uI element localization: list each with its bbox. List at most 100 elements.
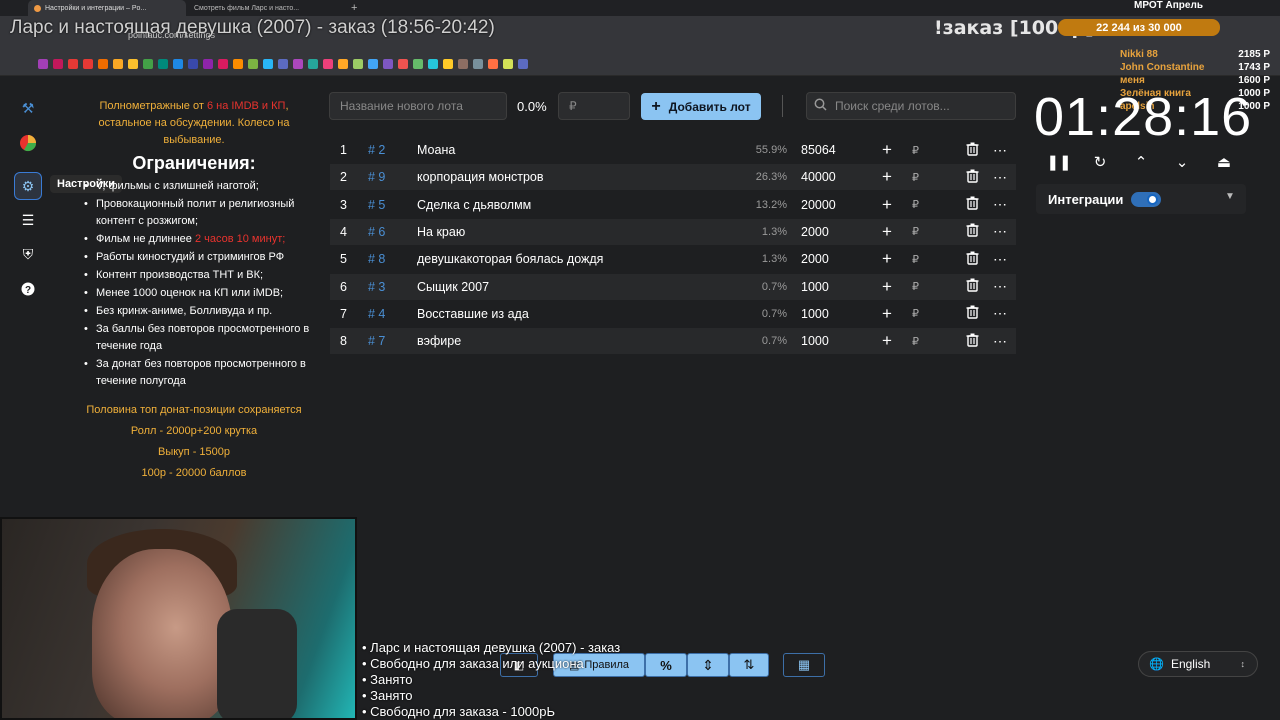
eject-icon[interactable]: ⏏: [1213, 151, 1235, 173]
bookmark-icon[interactable]: [278, 58, 288, 69]
add-amount-icon[interactable]: +: [882, 331, 892, 351]
percent-button[interactable]: %: [645, 653, 687, 677]
bookmark-icon[interactable]: [398, 58, 408, 69]
bookmark-icon[interactable]: [428, 58, 438, 69]
layers-icon[interactable]: ☰: [14, 206, 42, 234]
bookmark-icon[interactable]: [338, 58, 348, 69]
lot-row[interactable]: 8 # 7 вэфире 0.7% 1000 + ₽ ⋯: [330, 328, 1016, 355]
add-amount-icon[interactable]: +: [882, 304, 892, 324]
lot-name[interactable]: корпорация монстров: [417, 170, 544, 184]
add-amount-icon[interactable]: +: [882, 195, 892, 215]
language-select[interactable]: 🌐 English ↕: [1138, 651, 1258, 677]
bookmark-icon[interactable]: [503, 58, 513, 69]
chevron-up-icon[interactable]: ⌃: [1130, 151, 1152, 173]
bookmark-icon[interactable]: [83, 58, 93, 69]
bookmark-icon[interactable]: [353, 58, 363, 69]
lot-row[interactable]: 3 # 5 Сделка с дьяволмм 13.2% 20000 + ₽ ⋯: [330, 192, 1016, 218]
lot-name[interactable]: девушкакоторая боялась дождя: [417, 252, 603, 266]
bookmark-icon[interactable]: [128, 58, 138, 69]
equalize-icon[interactable]: ⇕: [687, 653, 729, 677]
bookmark-icon[interactable]: [413, 58, 423, 69]
trash-icon[interactable]: [966, 169, 979, 186]
add-amount-icon[interactable]: +: [882, 249, 892, 269]
add-amount-icon[interactable]: +: [882, 140, 892, 160]
trash-icon[interactable]: [966, 333, 979, 350]
new-lot-input[interactable]: Название нового лота: [329, 92, 507, 120]
lot-amount[interactable]: 20000: [801, 198, 836, 212]
more-icon[interactable]: ⋯: [993, 142, 1008, 159]
more-icon[interactable]: ⋯: [993, 196, 1008, 213]
lot-amount[interactable]: 40000: [801, 170, 836, 184]
bookmark-icon[interactable]: [518, 58, 528, 69]
more-icon[interactable]: ⋯: [993, 305, 1008, 322]
lot-name[interactable]: На краю: [417, 225, 465, 239]
bookmark-icon[interactable]: [68, 58, 78, 69]
shield-icon[interactable]: ⛨: [14, 240, 42, 268]
bookmark-icon[interactable]: [263, 58, 273, 69]
lot-row[interactable]: 6 # 3 Сыщик 2007 0.7% 1000 + ₽ ⋯: [330, 273, 1016, 300]
trash-icon[interactable]: [966, 305, 979, 322]
help-icon[interactable]: ?: [14, 275, 42, 303]
lot-name[interactable]: вэфире: [417, 334, 461, 348]
lot-row[interactable]: 2 # 9 корпорация монстров 26.3% 40000 + ₽ ⋯: [330, 164, 1016, 191]
bookmark-icon[interactable]: [248, 58, 258, 69]
clear-icon[interactable]: ▦: [783, 653, 825, 677]
bookmark-icon[interactable]: [173, 58, 183, 69]
pause-icon[interactable]: ❚❚: [1046, 151, 1071, 173]
browser-tab-settings[interactable]: Настройки и интеграции – Po...: [28, 0, 186, 16]
lot-name[interactable]: Восставшие из ада: [417, 307, 529, 321]
add-amount-icon[interactable]: +: [882, 222, 892, 242]
trash-icon[interactable]: [966, 223, 979, 240]
lot-amount[interactable]: 85064: [801, 143, 836, 157]
add-amount-icon[interactable]: +: [882, 277, 892, 297]
lot-amount[interactable]: 1000: [801, 307, 829, 321]
trash-icon[interactable]: [966, 278, 979, 295]
lot-row[interactable]: 1 # 2 Моана 55.9% 85064 + ₽ ⋯: [330, 137, 1016, 163]
trash-icon[interactable]: [966, 196, 979, 213]
lot-name[interactable]: Моана: [417, 143, 455, 157]
more-icon[interactable]: ⋯: [993, 169, 1008, 186]
more-icon[interactable]: ⋯: [993, 278, 1008, 295]
hammer-icon[interactable]: ⚒: [14, 94, 42, 122]
chevron-down-icon[interactable]: ⌄: [1171, 151, 1193, 173]
trash-icon[interactable]: [966, 251, 979, 268]
chevron-down-icon[interactable]: ▼: [1225, 191, 1235, 202]
bookmark-icon[interactable]: [368, 58, 378, 69]
bookmark-icon[interactable]: [113, 58, 123, 69]
add-amount-icon[interactable]: +: [882, 167, 892, 187]
trash-icon[interactable]: [966, 142, 979, 159]
bookmark-icon[interactable]: [98, 58, 108, 69]
more-icon[interactable]: ⋯: [993, 333, 1008, 350]
settings-icon[interactable]: ⚙: [14, 172, 42, 200]
lot-row[interactable]: 5 # 8 девушкакоторая боялась дождя 1.3% 2000…: [330, 246, 1016, 272]
bookmark-icon[interactable]: [143, 58, 153, 69]
lot-amount[interactable]: 1000: [801, 280, 829, 294]
bookmark-icon[interactable]: [308, 58, 318, 69]
bookmark-icon[interactable]: [218, 58, 228, 69]
lot-row[interactable]: 7 # 4 Восставшие из ада 0.7% 1000 + ₽ ⋯: [330, 301, 1016, 327]
bookmark-icon[interactable]: [443, 58, 453, 69]
bookmark-icon[interactable]: [473, 58, 483, 69]
bookmark-icon[interactable]: [293, 58, 303, 69]
lot-search-input[interactable]: Поиск среди лотов...: [806, 92, 1016, 120]
bookmark-icon[interactable]: [53, 58, 63, 69]
new-lot-amount-input[interactable]: ₽: [558, 92, 630, 120]
lot-amount[interactable]: 1000: [801, 334, 829, 348]
integrations-toggle[interactable]: [1131, 192, 1161, 207]
lot-name[interactable]: Сыщик 2007: [417, 280, 489, 294]
lot-row[interactable]: 4 # 6 На краю 1.3% 2000 + ₽ ⋯: [330, 218, 1016, 245]
bookmark-icon[interactable]: [488, 58, 498, 69]
browser-tab-movie[interactable]: Смотреть фильм Ларс и насто...: [188, 0, 338, 16]
bookmark-icon[interactable]: [383, 58, 393, 69]
bookmark-icon[interactable]: [203, 58, 213, 69]
add-lot-button[interactable]: + Добавить лот: [641, 93, 761, 120]
new-tab-icon[interactable]: +: [345, 0, 359, 16]
sort-icon[interactable]: ⇅: [729, 653, 769, 677]
bookmark-icon[interactable]: [188, 58, 198, 69]
bookmark-icon[interactable]: [458, 58, 468, 69]
reset-icon[interactable]: ↻: [1089, 151, 1111, 173]
bookmark-icon[interactable]: [323, 58, 333, 69]
more-icon[interactable]: ⋯: [993, 223, 1008, 240]
bookmark-icon[interactable]: [233, 58, 243, 69]
more-icon[interactable]: ⋯: [993, 251, 1008, 268]
